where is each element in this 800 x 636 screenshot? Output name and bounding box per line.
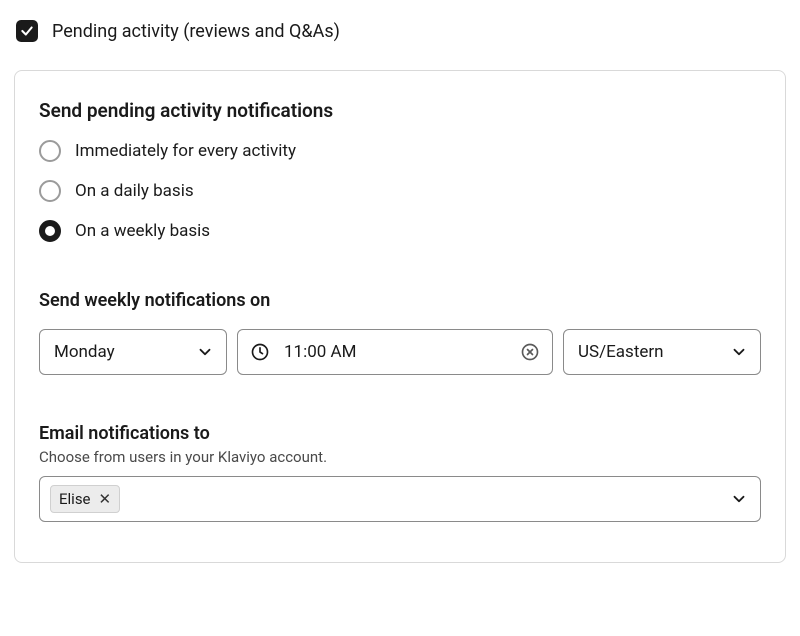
chevron-down-icon bbox=[196, 343, 214, 361]
timezone-value: US/Eastern bbox=[578, 342, 664, 362]
radio-circle bbox=[39, 220, 61, 242]
radio-circle bbox=[39, 180, 61, 202]
timezone-select[interactable]: US/Eastern bbox=[563, 329, 761, 375]
recipients-title: Email notifications to bbox=[39, 423, 761, 444]
pending-activity-label: Pending activity (reviews and Q&As) bbox=[52, 21, 340, 42]
check-icon bbox=[20, 24, 34, 38]
chevron-down-icon bbox=[730, 490, 748, 508]
radio-option-daily[interactable]: On a daily basis bbox=[39, 180, 761, 202]
pending-activity-checkbox[interactable] bbox=[16, 20, 38, 42]
day-select[interactable]: Monday bbox=[39, 329, 227, 375]
day-value: Monday bbox=[54, 342, 115, 362]
clock-icon bbox=[250, 342, 270, 362]
frequency-title: Send pending activity notifications bbox=[39, 99, 761, 122]
recipients-helper: Choose from users in your Klaviyo accoun… bbox=[39, 448, 761, 466]
radio-label: On a weekly basis bbox=[75, 221, 210, 241]
chevron-down-icon bbox=[730, 343, 748, 361]
radio-option-immediately[interactable]: Immediately for every activity bbox=[39, 140, 761, 162]
radio-circle bbox=[39, 140, 61, 162]
tag-label: Elise bbox=[59, 490, 91, 508]
clear-time-button[interactable] bbox=[520, 342, 540, 362]
settings-card: Send pending activity notifications Imme… bbox=[14, 70, 786, 563]
time-value: 11:00 AM bbox=[284, 342, 506, 362]
schedule-row: Monday 11:00 AM US/Easte bbox=[39, 329, 761, 375]
radio-label: On a daily basis bbox=[75, 181, 194, 201]
recipient-tag: Elise ✕ bbox=[50, 485, 120, 513]
time-input[interactable]: 11:00 AM bbox=[237, 329, 553, 375]
pending-activity-toggle-row: Pending activity (reviews and Q&As) bbox=[14, 20, 786, 42]
radio-label: Immediately for every activity bbox=[75, 141, 296, 161]
radio-option-weekly[interactable]: On a weekly basis bbox=[39, 220, 761, 242]
recipients-multiselect[interactable]: Elise ✕ bbox=[39, 476, 761, 522]
remove-tag-button[interactable]: ✕ bbox=[99, 492, 112, 507]
schedule-title: Send weekly notifications on bbox=[39, 290, 761, 311]
frequency-radio-group: Immediately for every activity On a dail… bbox=[39, 140, 761, 242]
